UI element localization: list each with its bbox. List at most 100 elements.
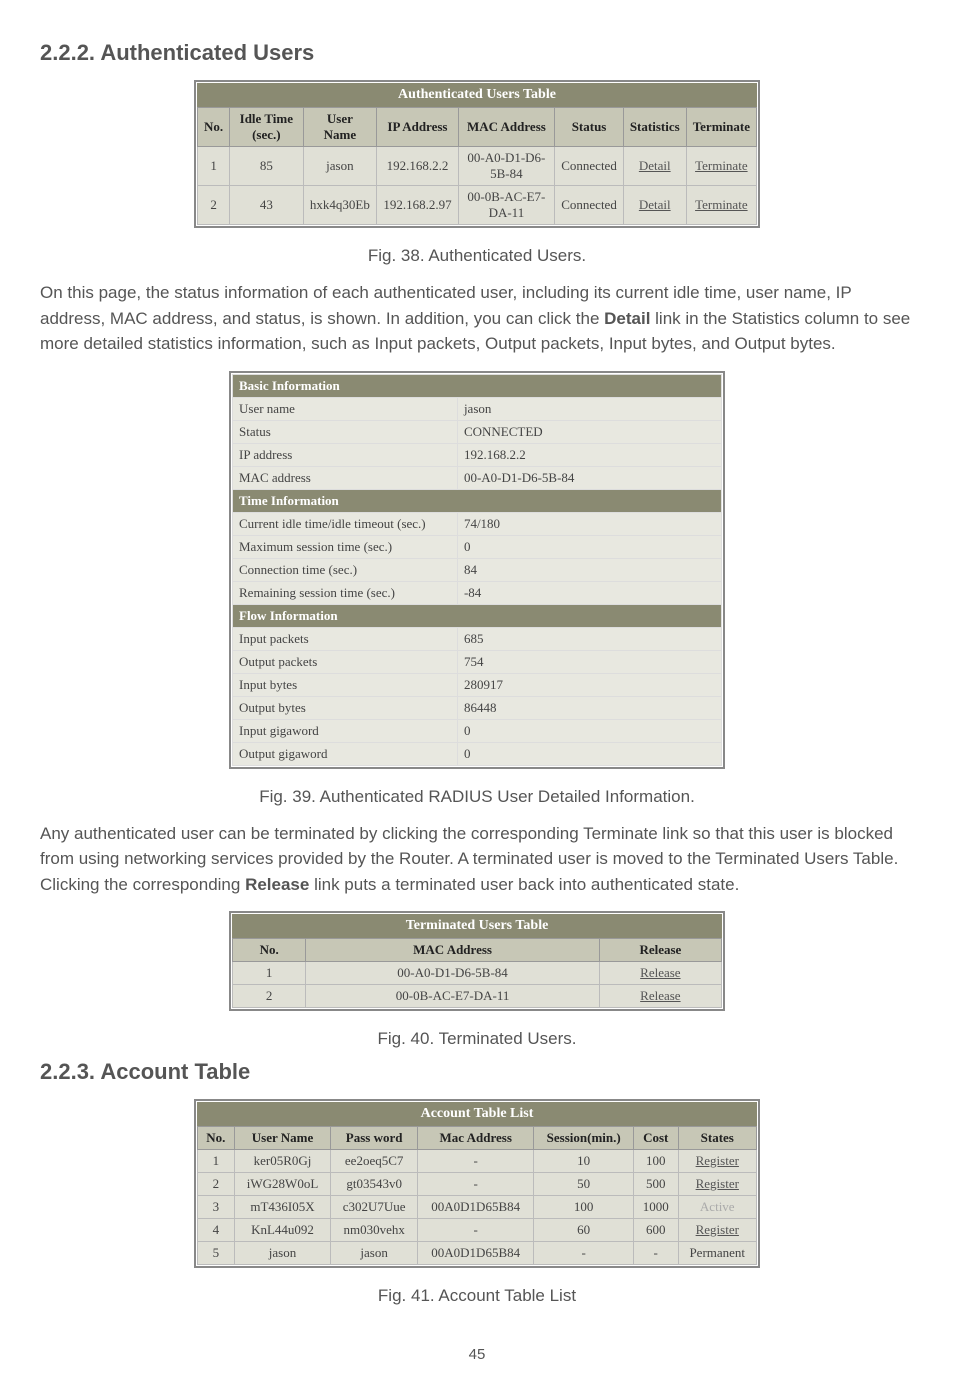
col-pass: Pass word (331, 1127, 418, 1150)
detail-val: 280917 (457, 673, 721, 696)
account-table: Account Table List No. User Name Pass wo… (197, 1102, 757, 1265)
col-term: Terminate (686, 108, 756, 147)
paragraph-2: Any authenticated user can be terminated… (40, 821, 914, 898)
detail-link[interactable]: Detail (639, 197, 671, 212)
terminated-users-table: Terminated Users Table No. MAC Address R… (232, 914, 722, 1008)
cell-no: 1 (233, 962, 306, 985)
release-link[interactable]: Release (640, 965, 680, 980)
cell-cost: 500 (633, 1173, 678, 1196)
cell-mac: 00-0B-AC-E7-DA-11 (306, 985, 599, 1008)
detail-link[interactable]: Detail (639, 158, 671, 173)
cell-mac: - (418, 1173, 534, 1196)
cell-no: 1 (198, 147, 230, 186)
table-row: 4 KnL44u092 nm030vehx - 60 600 Register (198, 1219, 757, 1242)
col-release: Release (599, 939, 721, 962)
cell-ip: 192.168.2.97 (377, 186, 458, 225)
fig39-caption: Fig. 39. Authenticated RADIUS User Detai… (40, 787, 914, 807)
cell-pass: nm030vehx (331, 1219, 418, 1242)
table-caption: Authenticated Users Table (197, 83, 757, 107)
detail-val: 74/180 (457, 512, 721, 535)
table-row: 1 ker05R0Gj ee2oeq5C7 - 10 100 Register (198, 1150, 757, 1173)
cell-mac: - (418, 1150, 534, 1173)
para2-text-b: link puts a terminated user back into au… (309, 875, 739, 894)
cell-session: 100 (534, 1196, 634, 1219)
table-caption: Account Table List (197, 1102, 757, 1126)
cell-user: jason (234, 1242, 331, 1265)
section-heading-222: 2.2.2. Authenticated Users (40, 40, 914, 66)
col-user: User Name (303, 108, 377, 147)
detail-table-box: Basic Information User namejason Status C… (229, 371, 725, 769)
detail-key: Maximum session time (sec.) (233, 535, 458, 558)
table-row: 2 43 hxk4q30Eb 192.168.2.97 00-0B-AC-E7-… (198, 186, 757, 225)
detail-key: IP address (233, 443, 458, 466)
cell-no: 2 (233, 985, 306, 1008)
col-mac: Mac Address (418, 1127, 534, 1150)
detail-val: 685 (457, 627, 721, 650)
cell-pass: ee2oeq5C7 (331, 1150, 418, 1173)
terminate-link[interactable]: Terminate (695, 158, 748, 173)
account-table-box: Account Table List No. User Name Pass wo… (194, 1099, 760, 1268)
cell-user: ker05R0Gj (234, 1150, 331, 1173)
cell-mac: 00A0D1D65B84 (418, 1196, 534, 1219)
detail-key: Output gigaword (233, 742, 458, 765)
cell-cost: - (633, 1242, 678, 1265)
col-no: No. (198, 108, 230, 147)
detail-key: Status (233, 420, 458, 443)
table-caption: Terminated Users Table (232, 914, 722, 938)
cell-no: 2 (198, 1173, 235, 1196)
cell-user: KnL44u092 (234, 1219, 331, 1242)
cell-status: Connected (555, 186, 624, 225)
detail-val: 0 (457, 719, 721, 742)
cell-idle: 43 (230, 186, 303, 225)
col-session: Session(min.) (534, 1127, 634, 1150)
register-link[interactable]: Register (696, 1222, 739, 1237)
cell-pass: jason (331, 1242, 418, 1265)
detail-val: jason (457, 397, 721, 420)
cell-no: 2 (198, 186, 230, 225)
cell-user: hxk4q30Eb (303, 186, 377, 225)
fig38-caption: Fig. 38. Authenticated Users. (40, 246, 914, 266)
time-info-header: Time Information (233, 489, 722, 512)
table-row: 1 85 jason 192.168.2.2 00-A0-D1-D6-5B-84… (198, 147, 757, 186)
detail-key: Output packets (233, 650, 458, 673)
auth-users-table: Authenticated Users Table No. Idle Time … (197, 83, 757, 225)
detail-key: MAC address (233, 466, 458, 489)
cell-session: 50 (534, 1173, 634, 1196)
detail-val: 00-A0-D1-D6-5B-84 (457, 466, 721, 489)
fig40-caption: Fig. 40. Terminated Users. (40, 1029, 914, 1049)
detail-val: 0 (457, 535, 721, 558)
cell-session: - (534, 1242, 634, 1265)
col-ip: IP Address (377, 108, 458, 147)
cell-cost: 1000 (633, 1196, 678, 1219)
cell-cost: 600 (633, 1219, 678, 1242)
basic-info-header: Basic Information (233, 374, 722, 397)
detail-key: Current idle time/idle timeout (sec.) (233, 512, 458, 535)
cell-user: iWG28W0oL (234, 1173, 331, 1196)
detail-key: Input bytes (233, 673, 458, 696)
cell-ip: 192.168.2.2 (377, 147, 458, 186)
cell-no: 4 (198, 1219, 235, 1242)
terminated-users-table-box: Terminated Users Table No. MAC Address R… (229, 911, 725, 1011)
register-link[interactable]: Register (696, 1176, 739, 1191)
col-mac: MAC Address (458, 108, 555, 147)
cell-session: 60 (534, 1219, 634, 1242)
detail-key: Connection time (sec.) (233, 558, 458, 581)
active-state: Active (700, 1199, 735, 1214)
detail-key: Input gigaword (233, 719, 458, 742)
detail-key: Remaining session time (sec.) (233, 581, 458, 604)
detail-key: Input packets (233, 627, 458, 650)
cell-mac: 00-A0-D1-D6-5B-84 (458, 147, 555, 186)
section-heading-223: 2.2.3. Account Table (40, 1059, 914, 1085)
cell-user: jason (303, 147, 377, 186)
table-row: 1 00-A0-D1-D6-5B-84 Release (233, 962, 722, 985)
register-link[interactable]: Register (696, 1153, 739, 1168)
terminate-link[interactable]: Terminate (695, 197, 748, 212)
detail-key: User name (233, 397, 458, 420)
release-link[interactable]: Release (640, 988, 680, 1003)
col-no: No. (198, 1127, 235, 1150)
col-cost: Cost (633, 1127, 678, 1150)
paragraph-1: On this page, the status information of … (40, 280, 914, 357)
detail-table: Basic Information User namejason Status C… (232, 374, 722, 766)
para2-bold: Release (245, 875, 309, 894)
col-mac: MAC Address (306, 939, 599, 962)
